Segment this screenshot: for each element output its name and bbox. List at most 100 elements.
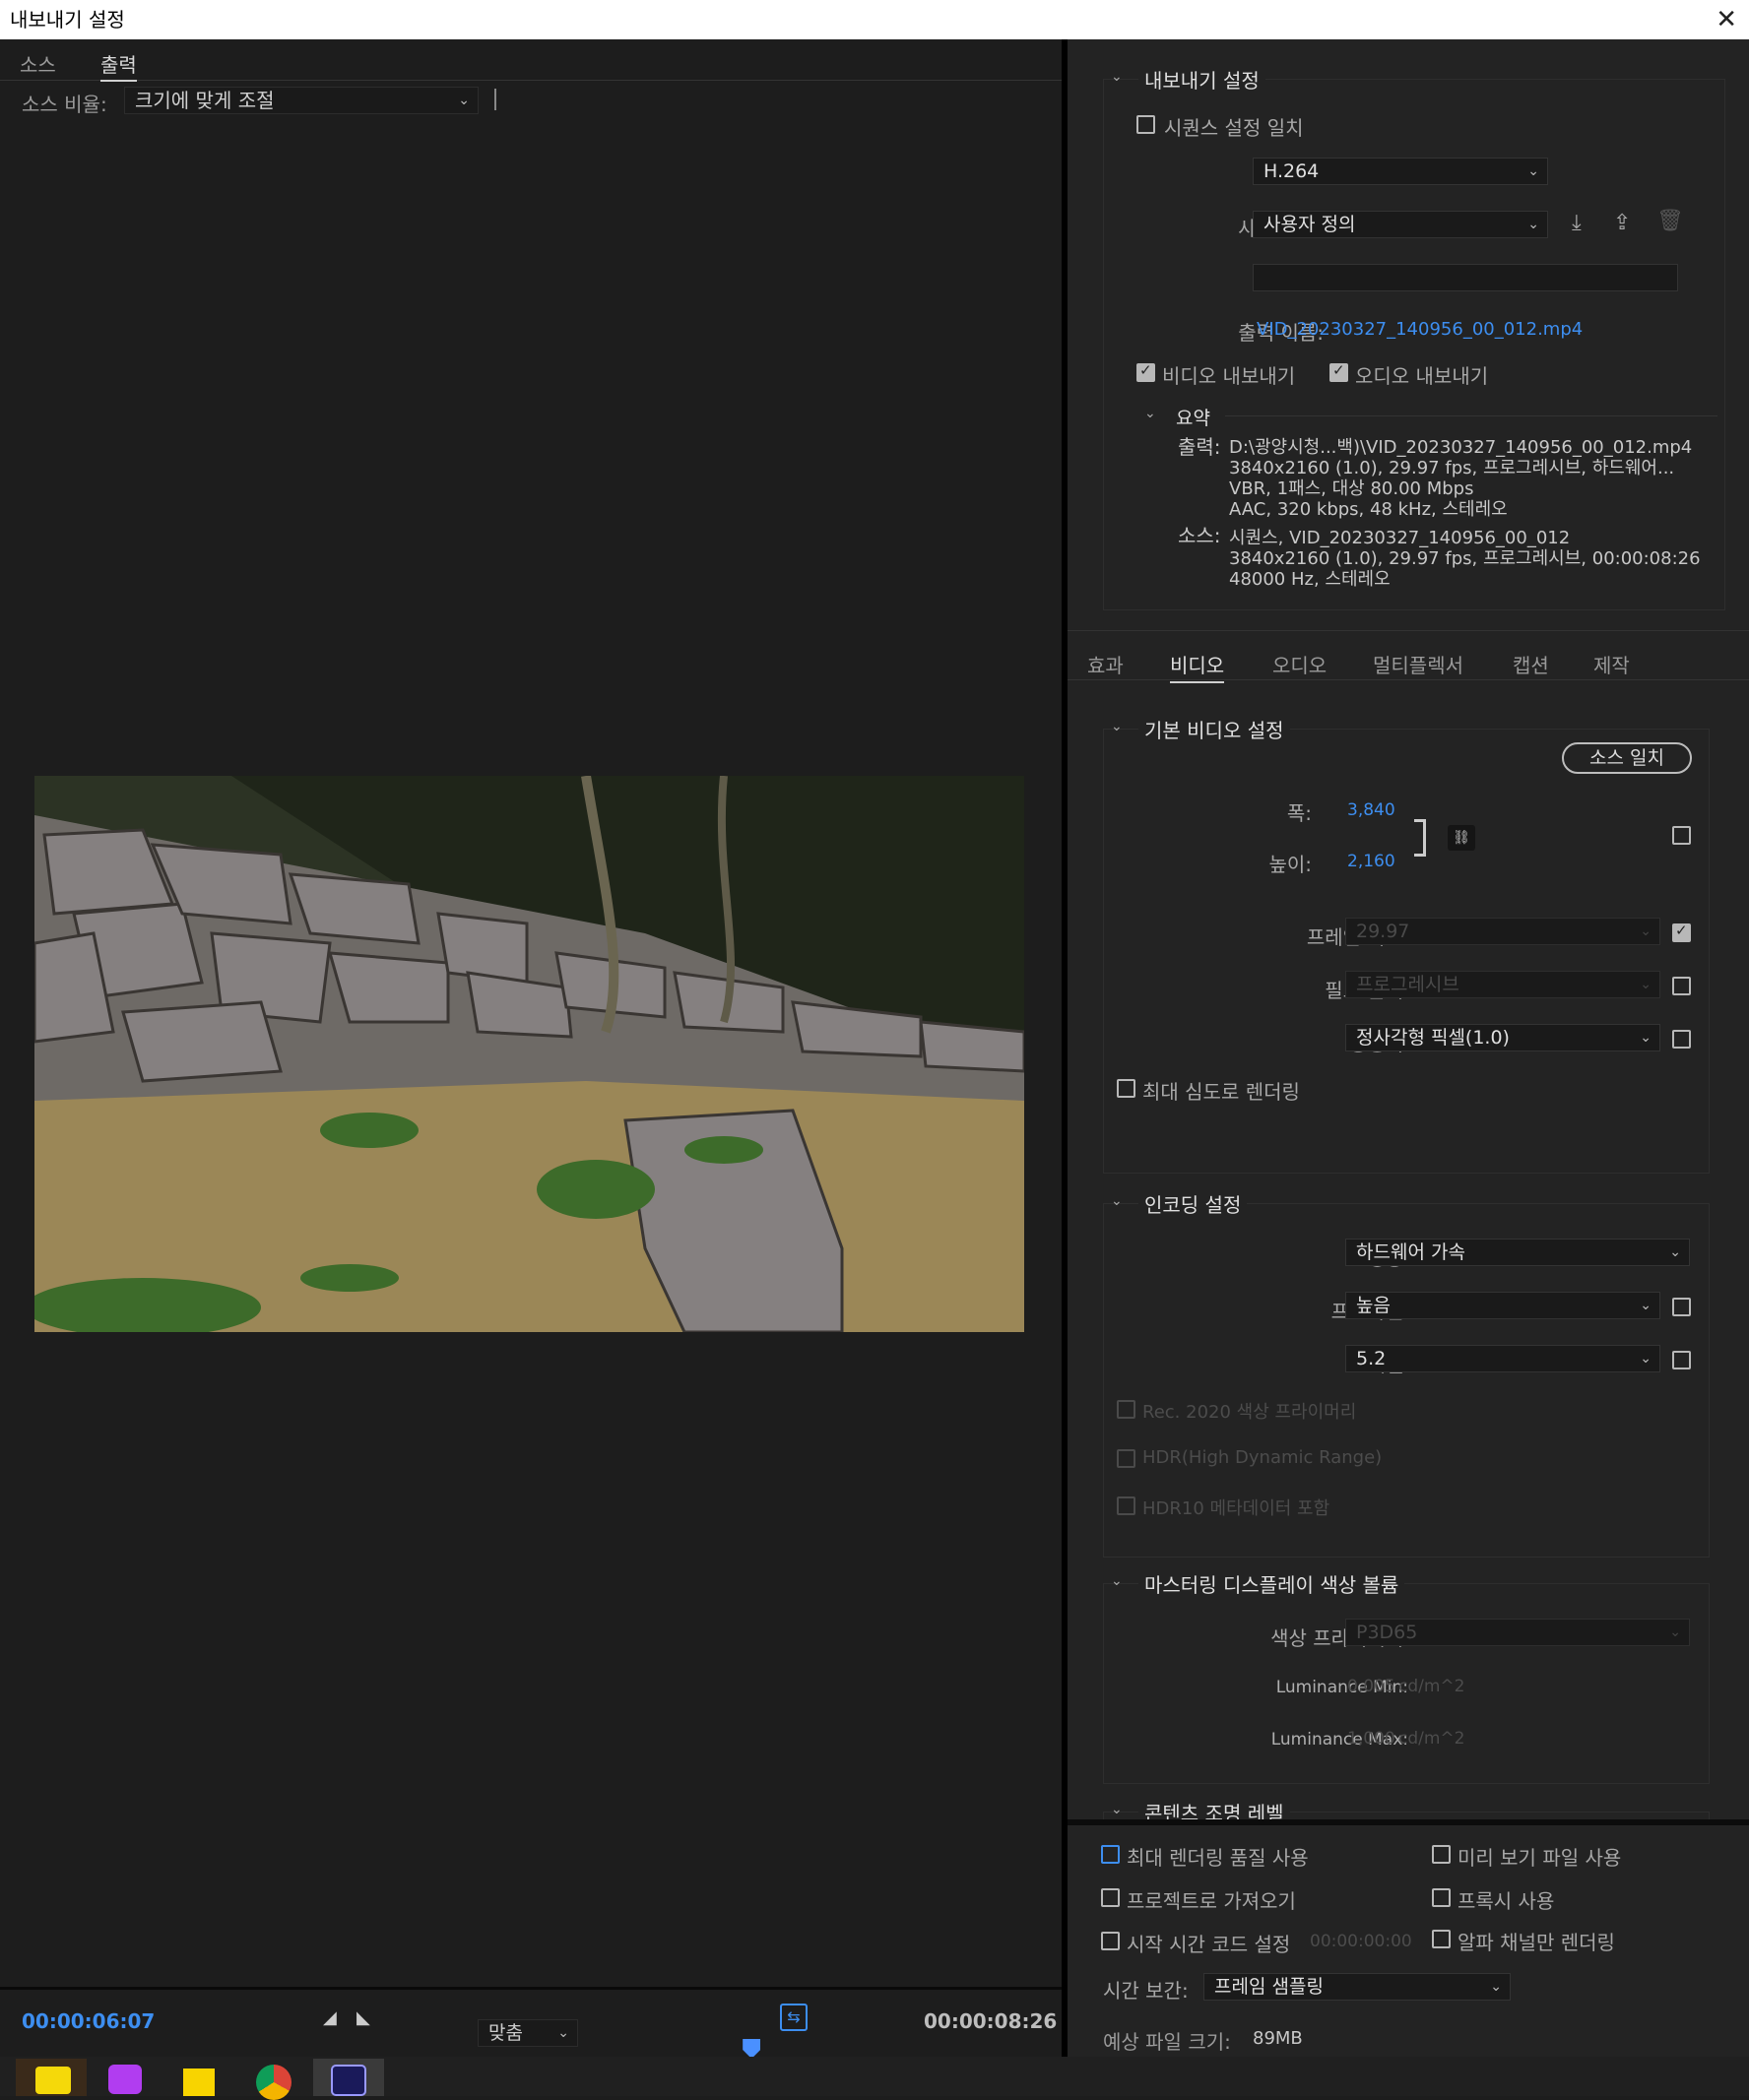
start-timecode-value[interactable]: 00:00:00:00	[1310, 1932, 1412, 1951]
save-preset-icon[interactable]: ⤓	[1572, 211, 1582, 235]
export-settings-title: 내보내기 설정	[1138, 65, 1265, 94]
link-bracket	[1414, 819, 1426, 857]
chevron-down-icon: ⌄	[1669, 1244, 1681, 1260]
lum-min-unit: cd/m^2	[1398, 1677, 1465, 1696]
tab-publish[interactable]: 제작	[1593, 650, 1630, 678]
performance-select[interactable]: 하드웨어 가속 ⌄	[1345, 1239, 1690, 1266]
framerate-select[interactable]: 29.97 ⌄	[1345, 918, 1660, 945]
tab-multiplexer[interactable]: 멀티플렉서	[1373, 650, 1463, 678]
primaries-value: P3D65	[1356, 1622, 1418, 1643]
aspect-value: 정사각형 픽셀(1.0)	[1356, 1027, 1510, 1049]
field-order-value: 프로그레시브	[1356, 974, 1459, 995]
height-value[interactable]: 2,160	[1347, 852, 1395, 871]
set-in-point-icon[interactable]: ◢	[323, 2007, 337, 2028]
kakaotalk-icon[interactable]	[16, 2059, 87, 2096]
current-timecode[interactable]: 00:00:06:07	[22, 2009, 155, 2033]
profile-value: 높음	[1356, 1295, 1391, 1316]
collapse-chevron-icon[interactable]: ⌄	[1111, 1802, 1123, 1817]
chevron-down-icon: ⌄	[1669, 1624, 1681, 1640]
collapse-chevron-icon[interactable]: ⌄	[1111, 1573, 1123, 1589]
profile-override-checkbox[interactable]	[1672, 1298, 1691, 1316]
summary-output-line: VBR, 1패스, 대상 80.00 Mbps	[1229, 478, 1474, 499]
framerate-override-checkbox[interactable]	[1672, 922, 1691, 942]
primaries-select[interactable]: P3D65 ⌄	[1345, 1619, 1690, 1646]
premiere-icon[interactable]	[313, 2059, 384, 2096]
lum-max-value[interactable]: 1,000	[1347, 1729, 1395, 1749]
export-audio-checkbox[interactable]	[1329, 361, 1348, 382]
lum-min-value[interactable]: 0.005	[1347, 1677, 1395, 1696]
time-interp-label: 시간 보간:	[1103, 1979, 1189, 2003]
preset-select[interactable]: 사용자 정의 ⌄	[1253, 211, 1548, 238]
tab-effects[interactable]: 효과	[1087, 650, 1124, 678]
profile-select[interactable]: 높음 ⌄	[1345, 1292, 1660, 1319]
collapse-chevron-icon[interactable]: ⌄	[1111, 1193, 1123, 1209]
chevron-down-icon: ⌄	[1527, 217, 1539, 232]
max-quality-checkbox[interactable]	[1101, 1845, 1120, 1864]
chain-link-icon[interactable]: ⛓	[1448, 825, 1475, 851]
tabs-bottom-border	[1068, 679, 1749, 680]
width-height-override-checkbox[interactable]	[1672, 826, 1691, 845]
format-value: H.264	[1263, 160, 1320, 182]
width-label: 폭:	[1286, 801, 1312, 825]
summary-source-label: 소스:	[1178, 524, 1221, 547]
time-interp-value: 프레임 샘플링	[1214, 1976, 1324, 1998]
tab-output[interactable]: 출력	[100, 49, 137, 82]
set-out-point-icon[interactable]: ◣	[356, 2007, 370, 2028]
hdr-label: HDR(High Dynamic Range)	[1142, 1447, 1383, 1468]
level-override-checkbox[interactable]	[1672, 1351, 1691, 1369]
summary-source-line: 48000 Hz, 스테레오	[1229, 569, 1391, 590]
photoshop-icon[interactable]	[91, 2059, 162, 2096]
delete-preset-icon[interactable]: 🗑	[1656, 209, 1684, 233]
field-order-select[interactable]: 프로그레시브 ⌄	[1345, 971, 1660, 998]
hdr-checkbox[interactable]	[1117, 1449, 1135, 1468]
playhead[interactable]	[743, 2039, 761, 2059]
collapse-chevron-icon[interactable]: ⌄	[1111, 719, 1123, 734]
fit-select[interactable]: 맞춤 ⌄	[478, 2019, 578, 2047]
close-icon[interactable]: ✕	[1716, 0, 1737, 39]
tab-captions[interactable]: 캡션	[1513, 650, 1549, 678]
tab-source[interactable]: 소스	[20, 49, 56, 78]
chevron-down-icon: ⌄	[1640, 1030, 1652, 1046]
start-timecode-checkbox[interactable]	[1101, 1932, 1120, 1950]
comment-input[interactable]	[1253, 264, 1678, 291]
level-select[interactable]: 5.2 ⌄	[1345, 1345, 1660, 1372]
fit-to-frame-icon[interactable]: ⇆	[780, 2004, 808, 2031]
width-value[interactable]: 3,840	[1347, 800, 1395, 820]
basic-video-box	[1103, 729, 1710, 1174]
output-name-link[interactable]: VID_20230327_140956_00_012.mp4	[1257, 319, 1583, 340]
window-title: 내보내기 설정	[10, 8, 125, 32]
filesize-value: 89MB	[1253, 2028, 1303, 2049]
max-depth-checkbox[interactable]	[1117, 1079, 1135, 1098]
alpha-only-checkbox[interactable]	[1432, 1930, 1451, 1948]
hdr10-checkbox[interactable]	[1117, 1496, 1135, 1515]
rec2020-checkbox[interactable]	[1117, 1400, 1135, 1419]
tab-video[interactable]: 비디오	[1170, 650, 1225, 683]
import-project-checkbox[interactable]	[1101, 1888, 1120, 1907]
source-ratio-select[interactable]: 크기에 맞게 조절 ⌄	[124, 87, 479, 114]
summary-output-line: AAC, 320 kbps, 48 kHz, 스테레오	[1229, 499, 1508, 520]
filesize-label: 예상 파일 크기:	[1103, 2030, 1231, 2054]
lum-max-unit: cd/m^2	[1398, 1729, 1465, 1749]
summary-title: 요약	[1176, 408, 1210, 429]
import-preset-icon[interactable]: ⇪	[1613, 211, 1631, 235]
use-proxy-checkbox[interactable]	[1432, 1888, 1451, 1907]
use-previews-checkbox[interactable]	[1432, 1845, 1451, 1864]
aspect-select[interactable]: 정사각형 픽셀(1.0) ⌄	[1345, 1024, 1660, 1051]
chevron-down-icon: ⌄	[557, 2025, 569, 2041]
format-select[interactable]: H.264 ⌄	[1253, 158, 1548, 185]
match-source-button[interactable]: 소스 일치	[1562, 742, 1692, 774]
sticky-notes-icon[interactable]	[163, 2059, 234, 2096]
summary-source-line: 3840x2160 (1.0), 29.97 fps, 프로그레시브, 00:0…	[1229, 548, 1701, 569]
match-sequence-checkbox[interactable]	[1136, 115, 1155, 134]
aspect-override-checkbox[interactable]	[1672, 1030, 1691, 1049]
export-video-checkbox[interactable]	[1136, 361, 1155, 382]
collapse-chevron-icon[interactable]: ⌄	[1111, 69, 1123, 85]
taskbar	[0, 2057, 1749, 2100]
tab-audio[interactable]: 오디오	[1272, 650, 1327, 678]
summary-chevron-icon[interactable]: ⌄	[1144, 406, 1156, 421]
chevron-down-icon: ⌄	[1640, 1351, 1652, 1367]
chrome-icon[interactable]	[238, 2059, 309, 2100]
time-interp-select[interactable]: 프레임 샘플링 ⌄	[1203, 1973, 1511, 2001]
field-order-override-checkbox[interactable]	[1672, 977, 1691, 995]
max-quality-label: 최대 렌더링 품질 사용	[1127, 1846, 1309, 1870]
